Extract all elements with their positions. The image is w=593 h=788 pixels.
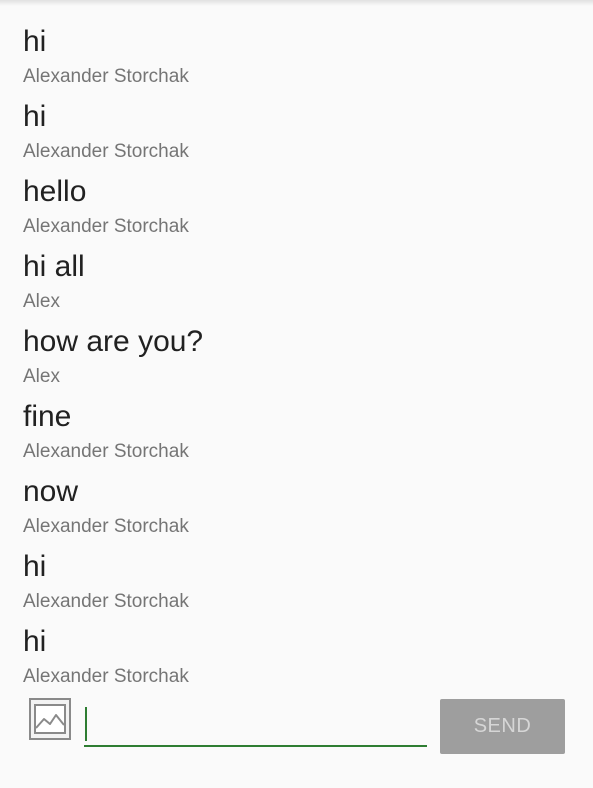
- message-text: now: [23, 475, 79, 508]
- image-icon: [29, 698, 71, 740]
- message-text: hi all: [23, 250, 85, 283]
- send-button[interactable]: SEND: [440, 699, 565, 754]
- list-item: hello Alexander Storchak: [0, 171, 593, 246]
- list-item: hi all Alex: [0, 246, 593, 321]
- message-text: hi: [23, 625, 47, 658]
- list-item: hi Alexander Storchak: [0, 546, 593, 621]
- chat-screen: hi Alexander Storchak hi Alexander Storc…: [0, 0, 593, 788]
- attach-image-button[interactable]: [29, 698, 71, 740]
- message-author: Alexander Storchak: [23, 516, 189, 537]
- list-item: fine Alexander Storchak: [0, 396, 593, 471]
- message-composer: SEND: [0, 693, 593, 763]
- list-item: hi Alexander Storchak: [0, 21, 593, 96]
- top-shadow: [0, 0, 593, 6]
- message-text: fine: [23, 400, 72, 433]
- list-item: hi Alexander Storchak: [0, 96, 593, 171]
- message-author: Alexander Storchak: [23, 66, 189, 87]
- text-cursor: [85, 707, 87, 741]
- message-author: Alexander Storchak: [23, 666, 189, 687]
- message-author: Alex: [23, 366, 60, 387]
- message-text: hi: [23, 550, 47, 583]
- message-list[interactable]: hi Alexander Storchak hi Alexander Storc…: [0, 21, 593, 696]
- list-item: hi Alexander Storchak: [0, 621, 593, 696]
- message-input[interactable]: [84, 701, 427, 747]
- message-text: how are you?: [23, 325, 204, 358]
- message-author: Alexander Storchak: [23, 441, 189, 462]
- message-text: hi: [23, 100, 47, 133]
- message-author: Alexander Storchak: [23, 591, 189, 612]
- message-text: hi: [23, 25, 47, 58]
- message-author: Alex: [23, 291, 60, 312]
- list-item: now Alexander Storchak: [0, 471, 593, 546]
- message-author: Alexander Storchak: [23, 141, 189, 162]
- message-text: hello: [23, 175, 87, 208]
- message-author: Alexander Storchak: [23, 216, 189, 237]
- list-item: how are you? Alex: [0, 321, 593, 396]
